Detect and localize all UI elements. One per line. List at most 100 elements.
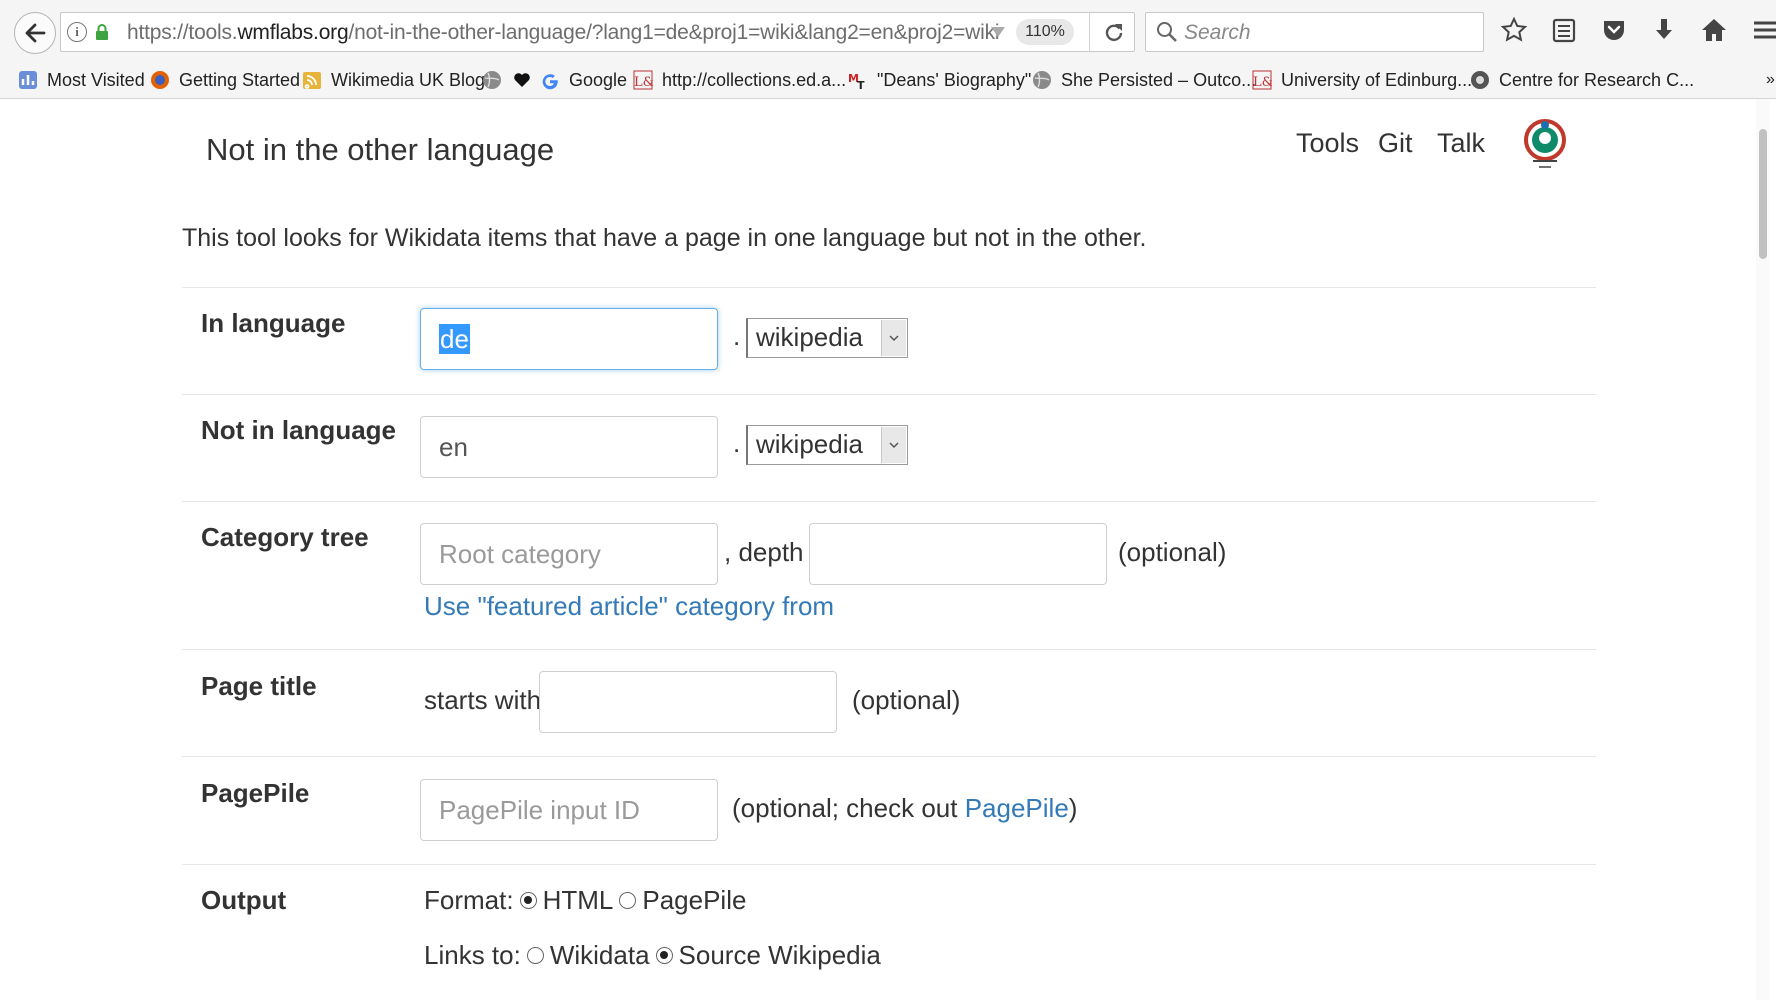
root-category-input[interactable]	[420, 523, 718, 585]
divider	[182, 864, 1596, 865]
back-arrow-icon	[25, 23, 46, 43]
divider	[182, 501, 1596, 502]
nav-tools[interactable]: Tools	[1296, 128, 1359, 159]
zoom-level-badge[interactable]: 110%	[1016, 19, 1074, 45]
info-icon[interactable]: i	[67, 22, 87, 42]
bookmark-most-visited[interactable]: Most Visited	[18, 68, 145, 92]
url-text[interactable]: https://tools.wmflabs.org/not-in-the-oth…	[127, 21, 1000, 45]
format-label: Format:	[424, 885, 514, 915]
mt-icon: MT	[848, 72, 865, 90]
depth-input[interactable]	[809, 523, 1107, 585]
links-source-wikipedia-radio[interactable]	[655, 946, 673, 964]
links-source-wikipedia-label[interactable]: Source Wikipedia	[679, 940, 881, 970]
lock-icon[interactable]	[93, 23, 111, 41]
url-separator	[1089, 13, 1090, 51]
featured-article-link[interactable]: Use "featured article" category from	[424, 591, 834, 622]
starts-with-label: starts with	[424, 685, 542, 715]
bookmarks-overflow-chevron-icon[interactable]: »	[1766, 68, 1775, 92]
pagepile-link[interactable]: PagePile	[965, 793, 1069, 823]
site-title[interactable]: Not in the other language	[206, 132, 554, 168]
page-title-input[interactable]	[539, 671, 837, 733]
pagepile-hint: (optional; check out PagePile)	[732, 793, 1078, 823]
google-icon	[542, 74, 558, 90]
download-icon[interactable]	[1650, 16, 1678, 44]
page-scrollbar[interactable]	[1756, 99, 1770, 1000]
reading-list-icon[interactable]	[1550, 16, 1578, 44]
chevron-down-icon	[881, 427, 906, 463]
svg-text:T: T	[857, 79, 865, 90]
output-label: Output	[201, 885, 287, 915]
crest-icon	[1471, 71, 1489, 89]
library-icon: L&	[1252, 70, 1272, 90]
not-in-language-input[interactable]	[420, 416, 718, 478]
search-input[interactable]	[1182, 19, 1476, 47]
search-bar[interactable]	[1145, 12, 1484, 52]
firefox-icon	[151, 71, 169, 89]
format-html-radio[interactable]	[519, 891, 537, 909]
rss-icon	[303, 72, 321, 89]
bookmark-getting-started[interactable]: Getting Started	[150, 68, 300, 92]
category-optional-text: (optional)	[1118, 537, 1227, 567]
nav-git[interactable]: Git	[1378, 128, 1413, 159]
page-content: Not in the other language Tools Git Talk…	[6, 99, 1770, 1000]
in-language-label: In language	[201, 308, 346, 338]
divider	[182, 287, 1596, 288]
bookmark-globe[interactable]	[482, 68, 511, 92]
format-row: Format: HTML PagePile	[424, 885, 746, 916]
format-html-label[interactable]: HTML	[543, 885, 614, 915]
back-button[interactable]	[14, 12, 56, 54]
pagepile-input[interactable]	[420, 779, 718, 841]
search-icon	[1157, 22, 1177, 42]
dot-separator: .	[733, 321, 741, 351]
wikimedia-labs-logo[interactable]	[1521, 117, 1569, 177]
links-wikidata-label[interactable]: Wikidata	[550, 940, 650, 970]
bookmarks-toolbar: Most Visited Getting Started Wikimedia U…	[0, 62, 1776, 98]
in-language-input[interactable]: de	[420, 308, 718, 370]
scrollbar-thumb[interactable]	[1759, 129, 1767, 259]
intro-text: This tool looks for Wikidata items that …	[182, 224, 1147, 252]
svg-text:L&: L&	[1253, 75, 1272, 90]
svg-text:L&: L&	[634, 75, 653, 90]
depth-label: , depth	[724, 537, 804, 567]
dropdown-arrow-icon[interactable]	[991, 27, 1005, 37]
not-in-language-label: Not in language	[201, 415, 396, 445]
library-icon: L&	[633, 70, 653, 90]
bookmark-collections[interactable]: L& http://collections.ed.a...	[633, 68, 846, 92]
most-visited-icon	[19, 71, 37, 89]
bookmark-heart[interactable]	[512, 68, 541, 92]
in-project-select[interactable]: wikipedia	[746, 318, 908, 358]
in-project-value: wikipedia	[756, 322, 863, 352]
url-bar[interactable]: i https://tools.wmflabs.org/not-in-the-o…	[60, 12, 1135, 52]
bookmark-deans-biography[interactable]: MT "Deans' Biography"	[848, 68, 1031, 92]
divider	[182, 649, 1596, 650]
bookmark-wikimedia-uk-blog[interactable]: Wikimedia UK Blog	[302, 68, 485, 92]
bookmark-centre-for-research[interactable]: Centre for Research C...	[1470, 68, 1694, 92]
chevron-down-icon	[881, 320, 906, 356]
links-wikidata-radio[interactable]	[526, 946, 544, 964]
dot-separator: .	[733, 428, 741, 458]
browser-chrome: i https://tools.wmflabs.org/not-in-the-o…	[0, 0, 1776, 99]
heart-icon	[514, 73, 530, 87]
globe-icon	[483, 71, 501, 89]
pagepile-label: PagePile	[201, 778, 310, 808]
not-in-project-select[interactable]: wikipedia	[746, 425, 908, 465]
pocket-icon[interactable]	[1600, 16, 1628, 44]
format-pagepile-radio[interactable]	[619, 891, 637, 909]
page-title-label: Page title	[201, 671, 317, 701]
reload-icon[interactable]	[1099, 19, 1129, 45]
home-icon[interactable]	[1700, 16, 1728, 44]
not-in-project-value: wikipedia	[756, 429, 863, 459]
divider	[182, 394, 1596, 395]
star-icon[interactable]	[1500, 16, 1528, 44]
format-pagepile-label[interactable]: PagePile	[642, 885, 746, 915]
links-label: Links to:	[424, 940, 521, 970]
navigation-toolbar: i https://tools.wmflabs.org/not-in-the-o…	[0, 0, 1776, 62]
selected-text: de	[439, 324, 470, 354]
bookmark-she-persisted[interactable]: She Persisted – Outco...	[1032, 68, 1256, 92]
nav-talk[interactable]: Talk	[1437, 128, 1485, 159]
category-tree-label: Category tree	[201, 522, 369, 552]
bookmark-university-of-edinburgh[interactable]: L& University of Edinburg...	[1252, 68, 1472, 92]
globe-icon	[1033, 71, 1051, 89]
bookmark-google[interactable]: Google	[540, 68, 627, 92]
menu-icon[interactable]	[1752, 16, 1776, 44]
